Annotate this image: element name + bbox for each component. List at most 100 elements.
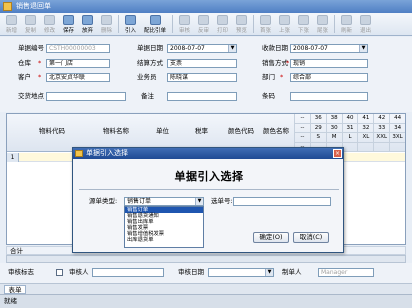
toolbar-button-8[interactable]: 审核 <box>175 13 194 35</box>
auditor-label: 审核人 <box>69 268 89 276</box>
barcode-field[interactable] <box>290 92 368 101</box>
size-cell: XXL <box>373 133 389 142</box>
toolbar-button-0[interactable]: 新增 <box>2 13 21 35</box>
toolbar-button-1[interactable]: 复制 <box>21 13 40 35</box>
toolbar-icon <box>260 15 271 25</box>
toolbar-icon <box>125 15 136 25</box>
chevron-down-icon[interactable]: ▼ <box>265 269 273 276</box>
toolbar-button-3[interactable]: 保存 <box>59 13 78 35</box>
source-type-label: 源单类型: <box>89 197 118 205</box>
toolbar-button-5[interactable]: 删除 <box>97 13 116 35</box>
toolbar-button-label: 审核 <box>178 28 190 34</box>
cancel-button[interactable]: 取消(C) <box>293 232 329 243</box>
doc-date-field[interactable]: 2008-07-07 ▼ <box>167 44 237 53</box>
size-row: -- 29 30 31 32 33 34 <box>294 123 405 133</box>
toolbar-icon <box>236 15 247 25</box>
toolbar-icon <box>25 15 36 25</box>
doc-no-label: 单据编号 <box>18 44 44 52</box>
toolbar: 新增 复制 修改 保存 放弃 删除 引入 配比引单 审核 反审 打印 预览 首张 上张 下张 尾张 刷新 退出 <box>0 13 412 36</box>
toolbar-button-label: 打印 <box>216 28 228 34</box>
size-cell: 33 <box>373 123 389 132</box>
toolbar-button-10[interactable]: 打印 <box>213 13 232 35</box>
dept-field[interactable]: 综合部 <box>290 73 368 82</box>
toolbar-button-6[interactable]: 引入 <box>121 13 140 35</box>
chevron-down-icon[interactable]: ▼ <box>195 198 203 205</box>
maker-label: 制单人 <box>282 268 302 276</box>
receipt-date-field[interactable]: 2008-07-07 ▼ <box>290 44 368 53</box>
size-cell: 36 <box>309 114 326 123</box>
toolbar-button-11[interactable]: 预览 <box>232 13 251 35</box>
dept-label: 部门 <box>262 73 275 81</box>
row-number[interactable]: 1 <box>7 153 19 162</box>
app-icon <box>3 2 12 11</box>
toolbar-button-15[interactable]: 尾张 <box>313 13 332 35</box>
toolbar-button-label: 下张 <box>297 28 309 34</box>
select-doc-no-label: 选单号: <box>211 197 233 205</box>
toolbar-button-14[interactable]: 下张 <box>294 13 313 35</box>
toolbar-icon <box>44 15 55 25</box>
warehouse-field[interactable]: 第一门店 <box>46 59 110 68</box>
customer-label: 客户 <box>18 73 31 81</box>
settle-label: 结算方式 <box>137 59 163 67</box>
col-color-code[interactable]: 颜色代码 <box>228 127 254 136</box>
dialog-heading: 单据引入选择 <box>174 170 244 183</box>
toolbar-icon <box>279 15 290 25</box>
toolbar-button-16[interactable]: 刷新 <box>337 13 356 35</box>
toolbar-icon <box>360 15 371 25</box>
customer-field[interactable]: 北京安贞华联 <box>46 73 110 82</box>
toolbar-button-12[interactable]: 首张 <box>256 13 275 35</box>
toolbar-button-7[interactable]: 配比引单 <box>140 13 170 35</box>
toolbar-separator <box>172 15 173 33</box>
ok-button[interactable]: 确定(O) <box>253 232 289 243</box>
toolbar-button-label: 退出 <box>359 28 371 34</box>
size-cell <box>357 142 373 151</box>
toolbar-icon <box>149 15 161 25</box>
doc-no-field[interactable]: CSTH00000003 <box>46 44 110 53</box>
toolbar-button-label: 复制 <box>24 28 36 34</box>
sales-mode-field[interactable]: 现销 <box>290 59 368 68</box>
window-title: 销售退回单 <box>16 2 51 10</box>
toolbar-button-label: 刷新 <box>340 28 352 34</box>
toolbar-icon <box>198 15 209 25</box>
sheet-tabs: 表单 <box>0 283 412 294</box>
dialog-icon <box>75 150 83 157</box>
doc-date-label: 单据日期 <box>137 44 163 52</box>
size-cell: 32 <box>357 123 373 132</box>
delivery-field[interactable] <box>46 92 126 101</box>
size-cell: 31 <box>341 123 358 132</box>
toolbar-button-2[interactable]: 修改 <box>40 13 59 35</box>
toolbar-button-label: 保存 <box>62 28 74 34</box>
toolbar-button-9[interactable]: 反审 <box>194 13 213 35</box>
toolbar-icon <box>82 15 93 25</box>
footer-fields: 审核标志 审核人 审核日期 ▼ 制单人 Manager <box>0 263 412 283</box>
col-tax-rate[interactable]: 税率 <box>195 127 208 136</box>
salesman-field[interactable]: 陈晓谋 <box>167 73 237 82</box>
select-doc-no-field[interactable] <box>233 197 331 206</box>
close-icon[interactable]: × <box>333 149 342 158</box>
horizontal-scrollbar[interactable] <box>6 255 406 263</box>
size-cell: -- <box>294 123 310 132</box>
size-row: -- S M L XL XXL 3XL <box>294 133 405 143</box>
size-cell: 34 <box>389 123 405 132</box>
toolbar-icon <box>298 15 309 25</box>
tab-form[interactable]: 表单 <box>4 285 26 294</box>
col-color-name[interactable]: 颜色名称 <box>263 127 289 136</box>
col-material-code[interactable]: 物料代码 <box>39 127 65 136</box>
toolbar-separator <box>334 15 335 33</box>
barcode-label: 条码 <box>262 92 275 100</box>
toolbar-button-4[interactable]: 放弃 <box>78 13 97 35</box>
toolbar-button-17[interactable]: 退出 <box>356 13 375 35</box>
source-type-select[interactable]: 销售订单 ▼ <box>124 197 204 206</box>
audit-flag-checkbox[interactable] <box>56 269 63 276</box>
remark-field[interactable] <box>167 92 237 101</box>
auditor-field[interactable] <box>92 268 164 277</box>
dropdown-option[interactable]: 出库退货单 <box>125 237 203 243</box>
maker-field[interactable]: Manager <box>318 268 374 277</box>
audit-date-field[interactable]: ▼ <box>208 268 274 277</box>
col-unit[interactable]: 单位 <box>156 127 169 136</box>
col-material-name[interactable]: 物料名称 <box>103 127 129 136</box>
settle-field[interactable]: 支票 <box>167 59 237 68</box>
toolbar-button-13[interactable]: 上张 <box>275 13 294 35</box>
chevron-down-icon[interactable]: ▼ <box>228 45 236 52</box>
chevron-down-icon[interactable]: ▼ <box>359 45 367 52</box>
